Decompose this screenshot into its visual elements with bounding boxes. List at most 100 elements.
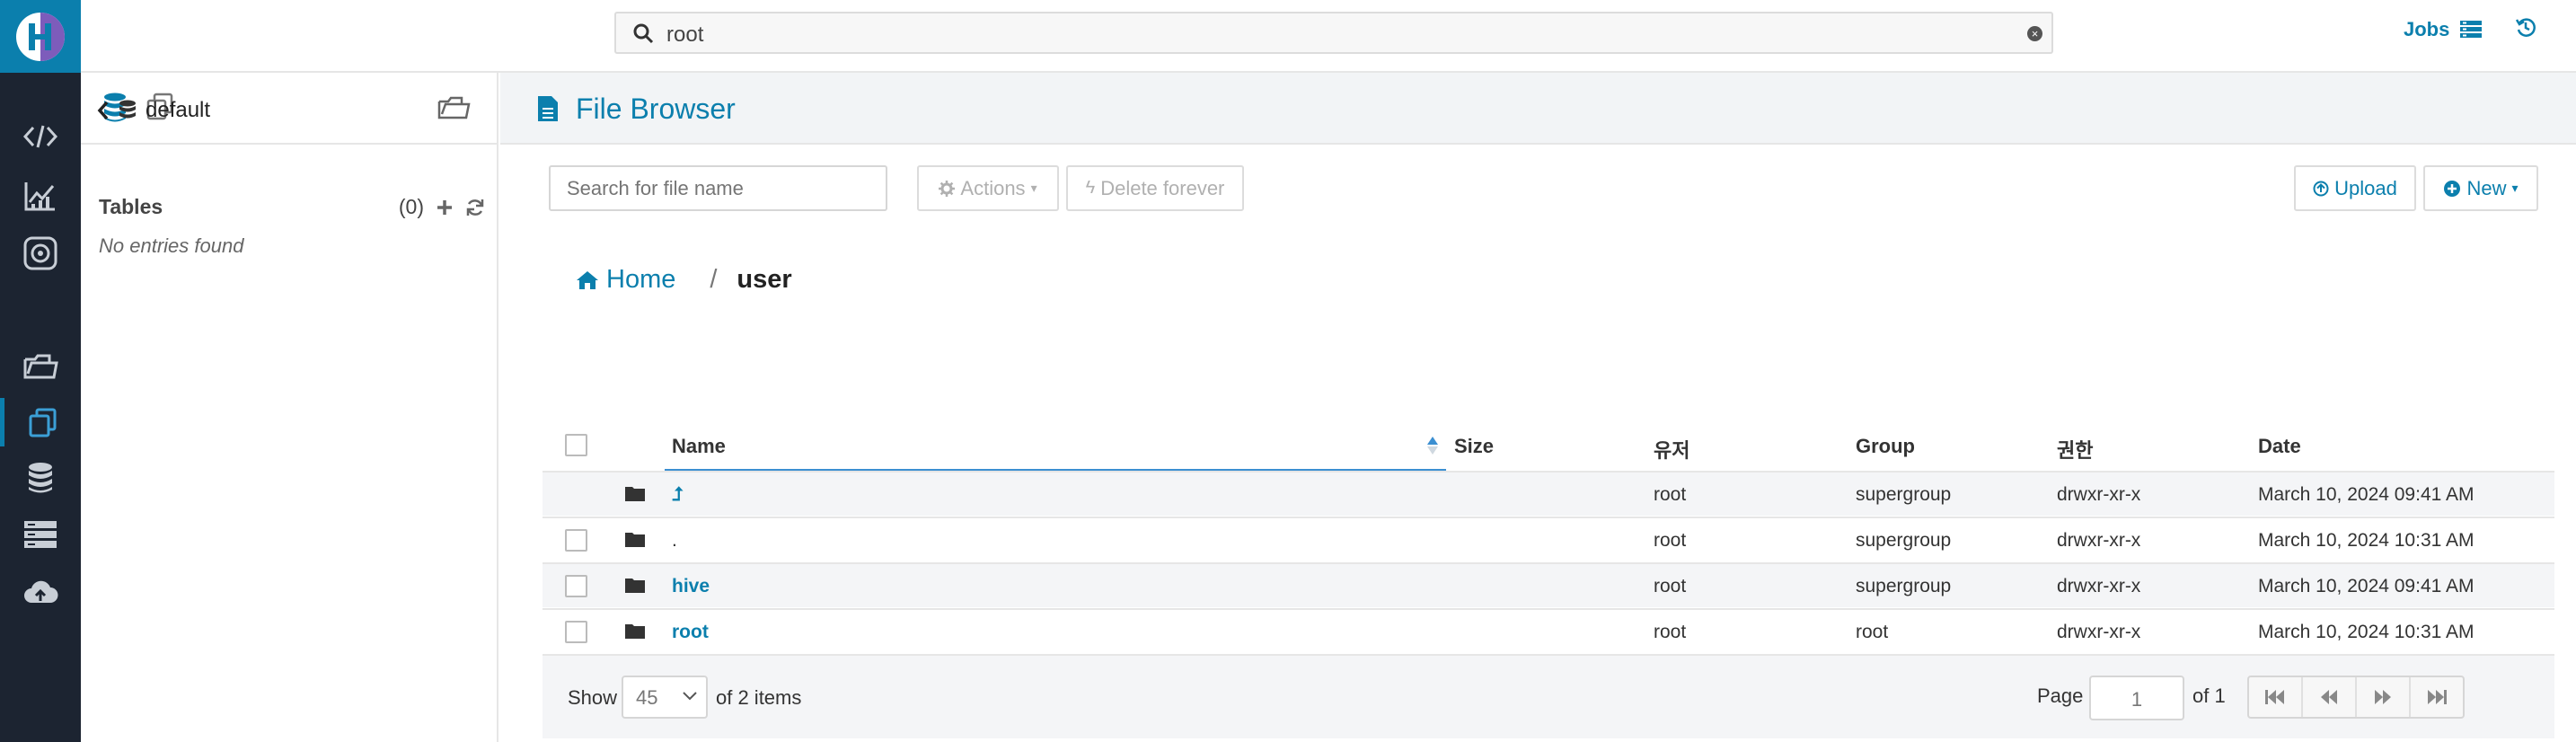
file-name[interactable]: . bbox=[672, 530, 677, 552]
server-icon bbox=[24, 521, 57, 548]
folder-icon bbox=[625, 579, 645, 593]
last-page-icon bbox=[2428, 690, 2447, 704]
select-all-checkbox[interactable] bbox=[565, 434, 587, 456]
file-group: root bbox=[1856, 622, 1889, 642]
rail-tables[interactable] bbox=[0, 454, 81, 502]
hue-logo[interactable] bbox=[0, 0, 81, 73]
refresh-icon[interactable] bbox=[465, 198, 485, 217]
clear-search-icon[interactable]: × bbox=[2027, 26, 2042, 41]
table-header: Name Size 유저 Group 권한 Date bbox=[543, 419, 2554, 472]
file-search-input[interactable] bbox=[549, 165, 887, 211]
page-title: File Browser bbox=[576, 93, 736, 125]
rail-file-browser[interactable] bbox=[0, 398, 81, 446]
left-rail bbox=[0, 73, 81, 742]
history-icon bbox=[2515, 18, 2536, 37]
folder-open-icon[interactable] bbox=[437, 94, 471, 121]
assist-panel: default Tables (0) No entries found bbox=[81, 73, 498, 742]
table-row[interactable]: ⮥ root supergroup drwxr-xr-x March 10, 2… bbox=[543, 471, 2554, 516]
column-date[interactable]: Date bbox=[2258, 435, 2301, 458]
rail-files[interactable] bbox=[0, 342, 81, 391]
column-permissions[interactable]: 권한 bbox=[2057, 435, 2093, 464]
file-user: root bbox=[1654, 484, 1687, 505]
page-size-select[interactable]: 45 bbox=[622, 676, 708, 719]
rail-importer[interactable] bbox=[0, 569, 81, 617]
actions-label: Actions bbox=[960, 176, 1026, 199]
rail-dashboard[interactable] bbox=[0, 172, 81, 220]
upload-circle-icon bbox=[2313, 181, 2329, 196]
forward-icon bbox=[2375, 690, 2391, 704]
database-name: default bbox=[146, 98, 211, 122]
home-icon bbox=[577, 270, 598, 289]
column-user[interactable]: 유저 bbox=[1654, 435, 1689, 464]
jobs-label: Jobs bbox=[2404, 18, 2450, 40]
page-header: File Browser bbox=[500, 73, 2576, 145]
file-permissions: drwxr-xr-x bbox=[2057, 622, 2141, 642]
rail-scheduler[interactable] bbox=[0, 229, 81, 278]
previous-page-button[interactable] bbox=[2303, 677, 2357, 717]
breadcrumb-current[interactable]: user bbox=[737, 265, 791, 295]
table-row[interactable]: root root root drwxr-xr-x March 10, 2024… bbox=[543, 608, 2554, 653]
database-icon bbox=[29, 463, 52, 493]
chevron-left-icon[interactable] bbox=[97, 101, 110, 120]
row-checkbox[interactable] bbox=[565, 575, 587, 597]
chevron-down-icon bbox=[683, 692, 697, 701]
delete-forever-label: Delete forever bbox=[1100, 176, 1225, 199]
caret-down-icon: ▾ bbox=[1030, 181, 1037, 195]
scheduler-icon bbox=[23, 236, 57, 270]
code-icon bbox=[22, 125, 58, 148]
rail-editor[interactable] bbox=[0, 112, 81, 161]
first-page-button[interactable] bbox=[2249, 677, 2303, 717]
next-page-button[interactable] bbox=[2357, 677, 2411, 717]
gear-icon bbox=[939, 180, 956, 197]
folder-icon bbox=[625, 624, 645, 639]
plus-circle-icon bbox=[2444, 180, 2461, 197]
row-checkbox[interactable] bbox=[565, 621, 587, 643]
last-page-button[interactable] bbox=[2411, 677, 2463, 717]
history-button[interactable] bbox=[2515, 16, 2536, 43]
file-group: supergroup bbox=[1856, 484, 1952, 505]
sort-ascending-icon[interactable] bbox=[1426, 435, 1439, 456]
file-name[interactable]: root bbox=[672, 622, 709, 643]
column-name[interactable]: Name bbox=[672, 435, 726, 458]
breadcrumb: Home / user bbox=[576, 265, 792, 295]
tables-header: Tables (0) bbox=[99, 195, 485, 219]
upload-button[interactable]: Upload bbox=[2294, 165, 2416, 211]
jobs-button[interactable]: Jobs bbox=[2404, 18, 2483, 41]
table-row[interactable]: . root supergroup drwxr-xr-x March 10, 2… bbox=[543, 517, 2554, 561]
new-label: New bbox=[2466, 176, 2507, 199]
page-number-input[interactable]: 1 bbox=[2089, 676, 2184, 720]
tables-count: (0) bbox=[398, 195, 424, 218]
file-name[interactable]: hive bbox=[672, 576, 710, 597]
copy-icon bbox=[29, 408, 56, 437]
page-size-value: 45 bbox=[636, 686, 658, 709]
table-row[interactable]: hive root supergroup drwxr-xr-x March 10… bbox=[543, 562, 2554, 607]
file-name[interactable]: ⮥ bbox=[672, 484, 683, 506]
empty-tables-message: No entries found bbox=[99, 234, 244, 257]
bolt-icon: ϟ bbox=[1085, 178, 1096, 198]
file-permissions: drwxr-xr-x bbox=[2057, 484, 2141, 505]
breadcrumb-home[interactable]: Home bbox=[576, 265, 675, 295]
file-user: root bbox=[1654, 530, 1687, 551]
page-navigation bbox=[2247, 676, 2465, 719]
page-label: Page bbox=[2037, 685, 2084, 707]
column-size[interactable]: Size bbox=[1454, 435, 1494, 458]
file-permissions: drwxr-xr-x bbox=[2057, 530, 2141, 551]
file-user: root bbox=[1654, 622, 1687, 642]
file-browser-main: File Browser Actions ▾ ϟ Delete forever … bbox=[500, 73, 2576, 742]
logo-icon bbox=[16, 12, 65, 61]
column-group[interactable]: Group bbox=[1856, 435, 1915, 458]
first-page-icon bbox=[2265, 690, 2284, 704]
delete-forever-button[interactable]: ϟ Delete forever bbox=[1066, 165, 1244, 211]
add-icon[interactable] bbox=[437, 199, 453, 216]
new-button[interactable]: New ▾ bbox=[2423, 165, 2538, 211]
actions-button[interactable]: Actions ▾ bbox=[917, 165, 1059, 211]
search-input[interactable]: root bbox=[666, 22, 703, 48]
rail-jobs[interactable] bbox=[0, 510, 81, 559]
row-checkbox[interactable] bbox=[565, 529, 587, 552]
pagination-bar: Show 45 of 2 items Page 1 of 1 bbox=[543, 654, 2554, 738]
file-icon bbox=[538, 96, 558, 121]
file-permissions: drwxr-xr-x bbox=[2057, 576, 2141, 596]
database-selector[interactable]: default bbox=[97, 98, 210, 123]
show-label: Show bbox=[568, 686, 618, 709]
global-search[interactable]: root × bbox=[614, 12, 2053, 54]
